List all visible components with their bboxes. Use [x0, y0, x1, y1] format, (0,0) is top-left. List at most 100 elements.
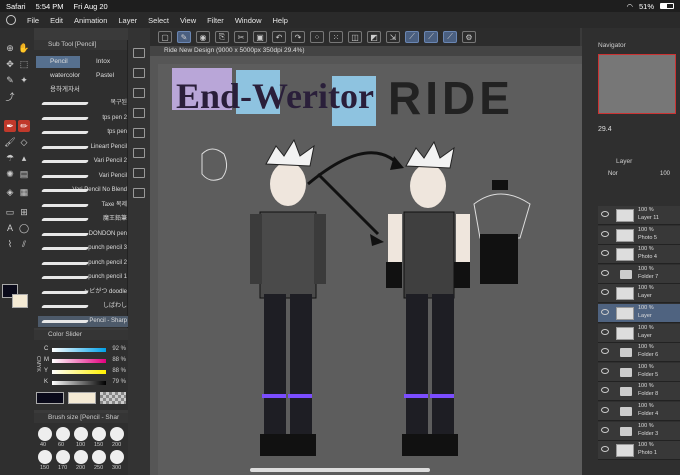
layer-folder-row[interactable]: 100 % Folder 8	[598, 382, 680, 402]
undo-icon[interactable]: ↶	[272, 31, 286, 43]
eraser-icon[interactable]: ◇	[18, 136, 30, 148]
new-icon[interactable]: ▢	[158, 31, 172, 43]
category-pastel[interactable]: Pastel	[82, 70, 126, 82]
brush-item[interactable]: Lineart Pencil	[38, 142, 130, 153]
layer-row[interactable]: 100 % Photo 5	[598, 225, 680, 245]
menu-filter[interactable]: Filter	[207, 16, 224, 25]
menu-layer[interactable]: Layer	[118, 16, 137, 25]
blend-mode[interactable]: Nor	[608, 171, 618, 177]
slider-m-value[interactable]: 88 %	[112, 357, 126, 363]
layer-folder-row[interactable]: 100 % Folder 4	[598, 402, 680, 421]
brush-item[interactable]: 魔王鉛筆	[38, 214, 130, 225]
balloon-icon[interactable]: ◯	[18, 222, 30, 234]
frame-icon[interactable]: ⊞	[18, 206, 30, 218]
paste-icon[interactable]: ▣	[253, 31, 267, 43]
sub-color-swatch[interactable]	[12, 294, 28, 308]
redo-icon[interactable]: ↷	[291, 31, 305, 43]
brush-item[interactable]: Vari Pencil	[38, 171, 130, 182]
brush-item[interactable]: punch pencil 3	[38, 243, 130, 254]
brush-item[interactable]: Taxe 복제	[38, 200, 130, 211]
eye-icon[interactable]	[601, 230, 609, 237]
ruler-icon[interactable]: ⫽	[18, 238, 30, 250]
navigator-zoom[interactable]: 29.4	[598, 126, 612, 133]
brush-icon[interactable]: 🖌	[4, 136, 16, 148]
brush-item[interactable]: 복구된	[38, 98, 130, 109]
record-icon[interactable]: ◉	[196, 31, 210, 43]
brush-size-preset[interactable]	[92, 427, 106, 441]
eye-icon[interactable]	[601, 407, 609, 413]
eye-icon[interactable]	[601, 446, 609, 453]
snap-ruler-icon[interactable]: ⟋	[405, 31, 419, 43]
correct-line-icon[interactable]: ⌇	[4, 238, 16, 250]
layer-row[interactable]: 100 % Layer	[598, 304, 680, 323]
brush-size-preset[interactable]	[56, 450, 70, 464]
fill-icon[interactable]: ▤	[18, 168, 30, 180]
brush-item[interactable]: punch pencil 1	[38, 272, 130, 283]
menu-animation[interactable]: Animation	[74, 16, 107, 25]
category-korean[interactable]: 용하게자서	[36, 84, 80, 96]
brush-size-preset[interactable]	[110, 427, 124, 441]
figure-icon[interactable]: ▭	[4, 206, 16, 218]
layer-opacity[interactable]: 100	[660, 171, 670, 177]
blend-icon[interactable]: ☂	[4, 152, 16, 164]
menu-window[interactable]: Window	[235, 16, 262, 25]
category-intox[interactable]: Intox	[82, 56, 126, 68]
slider-k[interactable]: K 79 %	[44, 379, 128, 387]
slider-c-value[interactable]: 92 %	[112, 346, 126, 352]
zoom-icon[interactable]: ⊕	[4, 42, 16, 54]
slider-y[interactable]: Y 88 %	[44, 368, 128, 376]
layer-row[interactable]: 100 % Layer	[598, 284, 680, 304]
layer-row[interactable]: 100 % Layer 11	[598, 206, 680, 225]
save-icon[interactable]	[133, 88, 145, 98]
color-main-swatch[interactable]	[36, 392, 64, 404]
brush-item[interactable]: tps pen 2	[38, 113, 130, 124]
pen-icon[interactable]: ✒	[4, 120, 16, 132]
fill-select-icon[interactable]: ◩	[367, 31, 381, 43]
eyedropper-icon[interactable]: ⤴	[4, 90, 16, 102]
eye-icon[interactable]	[601, 328, 609, 335]
layer-row[interactable]: 100 % Photo 4	[598, 245, 680, 265]
hand-icon[interactable]: ✋	[18, 42, 30, 54]
menu-select[interactable]: Select	[148, 16, 169, 25]
move-icon[interactable]: ✥	[4, 58, 16, 70]
scale-icon[interactable]: ⇲	[386, 31, 400, 43]
brush-item[interactable]: punch pencil 2	[38, 258, 130, 269]
edit-icon[interactable]: ✎	[177, 31, 191, 43]
transparent-swatch[interactable]	[100, 392, 126, 404]
brush-item[interactable]: しばわし	[38, 301, 130, 312]
slider-c[interactable]: C 92 %	[44, 346, 128, 354]
drawing-canvas[interactable]: End-Weritor RIDE	[158, 64, 582, 475]
category-pencil[interactable]: Pencil	[36, 56, 80, 68]
transform-icon[interactable]	[133, 148, 145, 158]
bucket-icon[interactable]: ◈	[4, 186, 16, 198]
slider-y-value[interactable]: 88 %	[112, 368, 126, 374]
brush-size-preset[interactable]	[56, 427, 70, 441]
eye-icon[interactable]	[601, 269, 609, 276]
snap-special-icon[interactable]: ⟋	[424, 31, 438, 43]
layer-row[interactable]: 100 % Photo 1	[598, 441, 680, 461]
brush-size-preset[interactable]	[38, 450, 52, 464]
brush-item[interactable]: Vari Pencil 2	[38, 156, 130, 167]
slider-m[interactable]: M 88 %	[44, 357, 128, 365]
gradient-icon[interactable]: ▦	[18, 186, 30, 198]
copy-icon[interactable]: ⎘	[215, 31, 229, 43]
cut-icon[interactable]: ✂	[234, 31, 248, 43]
eye-icon[interactable]	[601, 309, 609, 315]
menu-view[interactable]: View	[180, 16, 196, 25]
brush-size-preset[interactable]	[92, 450, 106, 464]
menu-file[interactable]: File	[27, 16, 39, 25]
app-logo-icon[interactable]	[6, 15, 16, 25]
clear-icon[interactable]	[133, 128, 145, 138]
deselect-icon[interactable]: ⁘	[310, 31, 324, 43]
wand-icon[interactable]: ✦	[18, 74, 30, 86]
select-all-icon[interactable]: ⁙	[329, 31, 343, 43]
eye-icon[interactable]	[601, 367, 609, 374]
settings-icon[interactable]: ⚙	[462, 31, 476, 43]
select-icon[interactable]: ⬚	[18, 58, 30, 70]
slider-k-value[interactable]: 79 %	[112, 379, 126, 385]
new-canvas-icon[interactable]	[133, 48, 145, 58]
decoration-icon[interactable]: ✺	[4, 168, 16, 180]
menu-help[interactable]: Help	[273, 16, 288, 25]
airbrush-icon[interactable]: ▴	[18, 152, 30, 164]
undo-history-icon[interactable]	[133, 108, 145, 118]
